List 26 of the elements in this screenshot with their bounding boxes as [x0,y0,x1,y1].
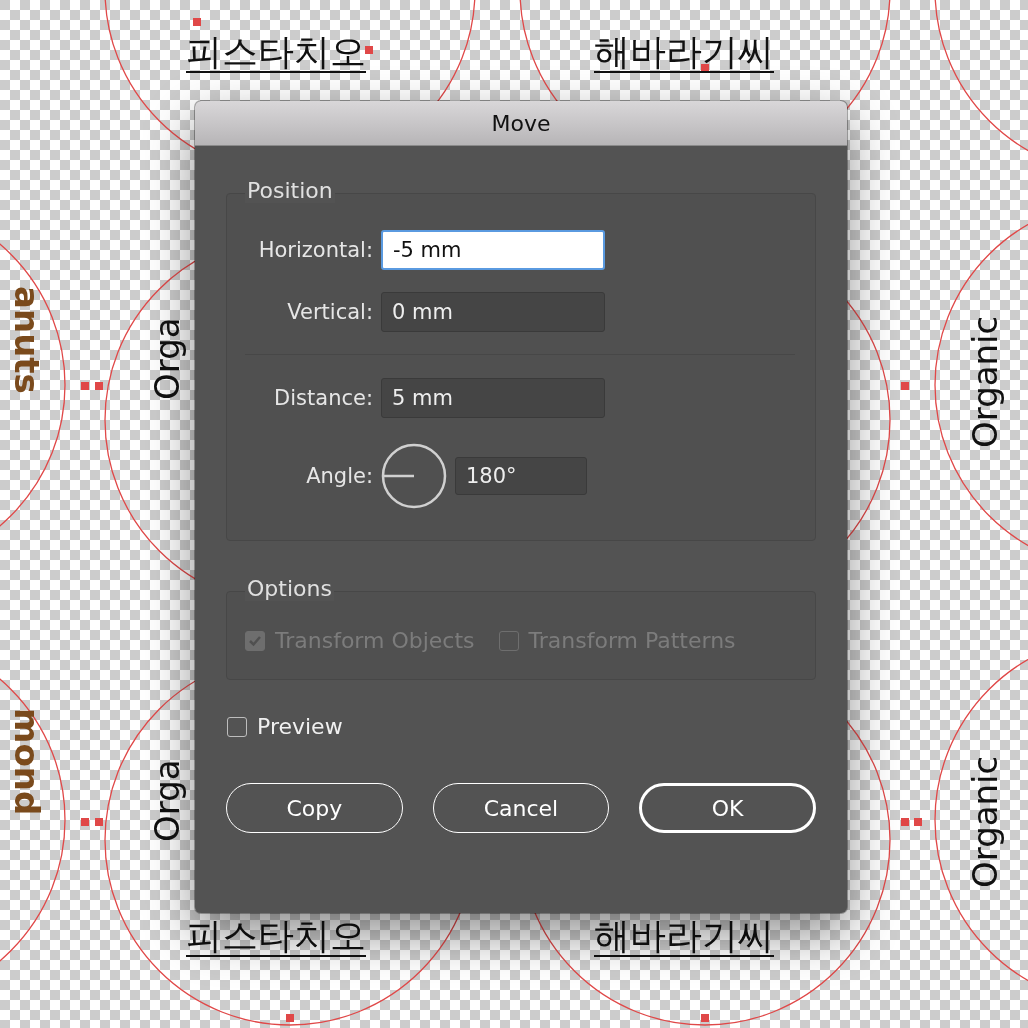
canvas-text: Orga [150,759,184,842]
canvas-text: mond [10,708,44,816]
field-label: Vertical: [286,300,373,324]
canvas-text: Organic [968,755,1002,888]
input-field[interactable]: 180° [455,457,587,495]
angle-dial-icon[interactable] [381,443,447,509]
default-button[interactable]: OK [639,783,816,833]
dialog-title: Move [491,110,551,136]
canvas-text: 해바라기씨 [594,34,774,73]
canvas-text: Orga [150,317,184,400]
dialog-button[interactable]: Cancel [432,783,610,833]
input-field[interactable]: 0 mm [381,292,605,332]
canvas-text: 피스타치오 [186,34,366,73]
input-field[interactable]: 5 mm [381,378,605,418]
field-label: Horizontal: [257,238,373,262]
field-label: Distance: [273,386,373,410]
canvas-text: Organic [968,315,1002,448]
checkbox-label: Preview [257,714,343,739]
checkbox[interactable] [227,716,247,737]
field-label: Angle: [305,464,373,488]
checkmark-icon [248,634,262,647]
canvas-text: 피스타치오 [186,918,366,957]
canvas-text: anuts [10,286,44,394]
input-field[interactable]: -5 mm [381,230,605,270]
canvas-text: 해바라기씨 [594,918,774,957]
dialog-button[interactable]: Copy [226,783,403,833]
